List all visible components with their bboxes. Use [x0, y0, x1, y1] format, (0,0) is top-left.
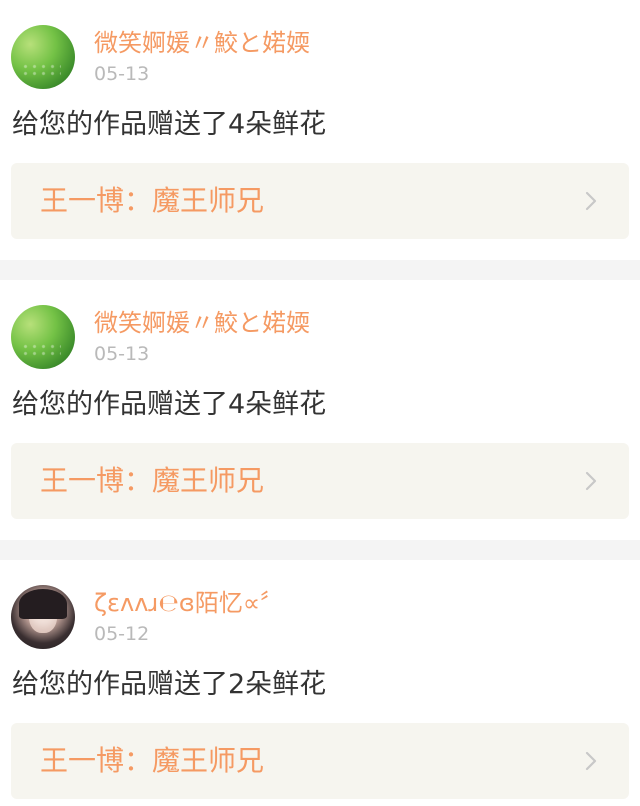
avatar[interactable]	[11, 585, 75, 649]
chevron-right-icon	[585, 191, 597, 211]
notification-card: ζεʌʌɹ℮ɞ陌忆∝〞 05-12 给您的作品赠送了2朵鲜花 王一博：魔王师兄	[0, 560, 640, 806]
post-date: 05-12	[94, 623, 150, 645]
chevron-right-icon	[585, 471, 597, 491]
post-date: 05-13	[94, 343, 150, 365]
chevron-right-icon	[585, 751, 597, 771]
work-link[interactable]: 王一博：魔王师兄	[11, 723, 629, 799]
gift-message: 给您的作品赠送了2朵鲜花	[12, 669, 327, 700]
notification-feed: 微笑婀媛〃鮫と婼媆 05-13 给您的作品赠送了4朵鲜花 王一博：魔王师兄 微笑…	[0, 0, 640, 806]
gift-message: 给您的作品赠送了4朵鲜花	[12, 109, 327, 140]
work-link[interactable]: 王一博：魔王师兄	[11, 443, 629, 519]
user-name[interactable]: ζεʌʌɹ℮ɞ陌忆∝〞	[94, 588, 284, 618]
avatar[interactable]	[11, 305, 75, 369]
gift-message: 给您的作品赠送了4朵鲜花	[12, 389, 327, 420]
post-date: 05-13	[94, 63, 150, 85]
notification-card: 微笑婀媛〃鮫と婼媆 05-13 给您的作品赠送了4朵鲜花 王一博：魔王师兄	[0, 0, 640, 260]
work-link[interactable]: 王一博：魔王师兄	[11, 163, 629, 239]
work-title: 王一博：魔王师兄	[40, 184, 265, 217]
work-title: 王一博：魔王师兄	[40, 744, 265, 777]
avatar[interactable]	[11, 25, 75, 89]
user-name[interactable]: 微笑婀媛〃鮫と婼媆	[94, 308, 310, 338]
user-name[interactable]: 微笑婀媛〃鮫と婼媆	[94, 28, 310, 58]
work-title: 王一博：魔王师兄	[40, 464, 265, 497]
notification-card: 微笑婀媛〃鮫と婼媆 05-13 给您的作品赠送了4朵鲜花 王一博：魔王师兄	[0, 280, 640, 540]
